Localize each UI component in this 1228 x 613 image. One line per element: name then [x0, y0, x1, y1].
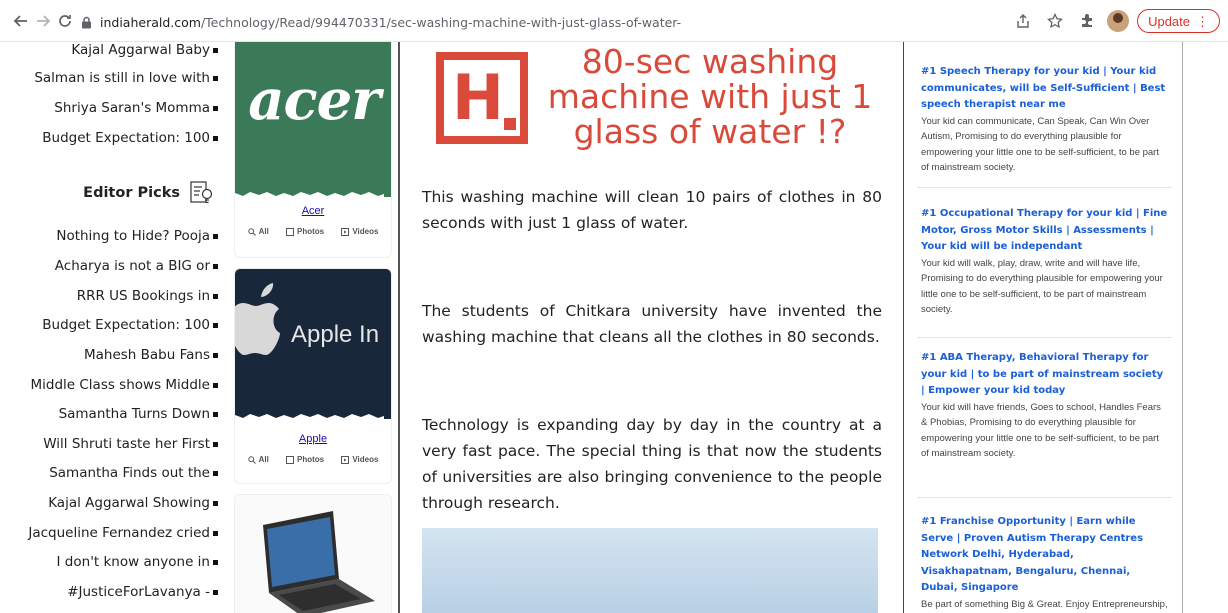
update-label: Update	[1148, 13, 1190, 29]
editor-picks-label: Editor Picks	[83, 185, 180, 201]
column-divider	[398, 42, 400, 613]
videos-link[interactable]: Videos	[341, 227, 378, 236]
ad-body: Your kid will walk, play, draw, write an…	[921, 257, 1163, 316]
ads-border	[1182, 42, 1183, 613]
editor-picks-icon	[190, 181, 213, 204]
torn-edge	[235, 192, 384, 198]
laptop-image[interactable]	[235, 495, 392, 613]
share-icon[interactable]	[1011, 9, 1035, 33]
ad-title-link[interactable]: #1 Occupational Therapy for your kid | F…	[921, 206, 1168, 256]
profile-avatar[interactable]	[1107, 10, 1130, 32]
brand-logo-text: Apple In	[291, 321, 380, 348]
list-item[interactable]: Samantha Turns Down	[59, 406, 218, 422]
list-item[interactable]: #JusticeForLavanya -	[67, 584, 218, 600]
url-path: /Technology/Read/994470331/sec-washing-m…	[200, 14, 682, 30]
page-content: Kajal Aggarwal Baby Salman is still in l…	[0, 42, 1228, 613]
article-paragraph: The students of Chitkara university have…	[422, 302, 882, 346]
article-paragraph: Technology is expanding day by day in th…	[422, 416, 882, 512]
ad-item[interactable]: #1 ABA Therapy, Behavioral Therapy for y…	[917, 350, 1172, 498]
ad-title-link[interactable]: #1 ABA Therapy, Behavioral Therapy for y…	[921, 350, 1168, 400]
list-item[interactable]: Samantha Finds out the	[49, 465, 218, 481]
list-item[interactable]: Budget Expectation: 100	[42, 317, 218, 333]
ad-body: Your kid will have friends, Goes to scho…	[921, 401, 1161, 460]
logo-letter: H	[452, 61, 504, 134]
list-item[interactable]: Salman is still in love with	[34, 70, 218, 86]
ad-body: Be part of something Big & Great. Enjoy …	[921, 598, 1168, 610]
update-button[interactable]: Update ⋮	[1137, 9, 1220, 33]
ad-title-link[interactable]: #1 Franchise Opportunity | Earn while Se…	[921, 514, 1168, 597]
all-link[interactable]: All	[247, 227, 269, 236]
url-host: indiaherald.com	[100, 14, 201, 30]
ad-body: Your kid can communicate, Can Speak, Can…	[921, 115, 1159, 174]
list-item[interactable]: Middle Class shows Middle	[30, 377, 218, 393]
list-item[interactable]: Shriya Saran's Momma	[54, 100, 218, 116]
brand-name-link[interactable]: Acer	[235, 205, 391, 217]
all-link[interactable]: All	[247, 455, 269, 464]
ad-item[interactable]: #1 Franchise Opportunity | Earn while Se…	[917, 514, 1172, 613]
kebab-menu-icon[interactable]: ⋮	[1196, 15, 1209, 28]
brand-links: All Photos Videos	[235, 227, 391, 236]
extensions-icon[interactable]	[1075, 9, 1099, 33]
editor-picks-heading: Editor Picks	[83, 180, 214, 206]
list-item[interactable]: RRR US Bookings in	[77, 288, 218, 304]
brand-image-apple[interactable]: Apple In	[235, 269, 391, 420]
brand-card-acer[interactable]: acer Acer All Photos Videos	[234, 42, 392, 258]
list-item[interactable]: Will Shruti taste her First	[43, 436, 218, 452]
brand-card-laptop[interactable]	[234, 494, 392, 613]
list-item[interactable]: I don't know anyone in	[57, 554, 218, 570]
hero-headline: 80-sec washing machine with just 1 glass…	[547, 42, 873, 151]
bookmark-star-icon[interactable]	[1043, 9, 1067, 33]
address-bar[interactable]: indiaherald.com/Technology/Read/99447033…	[78, 8, 1088, 36]
site-logo: H	[436, 52, 528, 144]
brand-image-acer[interactable]: acer	[235, 42, 391, 198]
column-divider	[903, 42, 904, 613]
apple-logo-icon	[235, 283, 280, 355]
list-item[interactable]: Kajal Aggarwal Showing	[48, 495, 218, 511]
list-item[interactable]: Budget Expectation: 100	[42, 130, 218, 146]
ad-item[interactable]: #1 Speech Therapy for your kid | Your ki…	[917, 64, 1172, 188]
brand-logo-text: acer	[248, 67, 381, 133]
article-hero: H 80-sec washing machine with just 1 gla…	[422, 42, 880, 178]
article-image	[422, 528, 878, 613]
ad-title-link[interactable]: #1 Speech Therapy for your kid | Your ki…	[921, 64, 1168, 114]
list-item[interactable]: Kajal Aggarwal Baby	[71, 42, 218, 58]
videos-link[interactable]: Videos	[341, 455, 378, 464]
brand-links: All Photos Videos	[235, 455, 391, 464]
list-item[interactable]: Jacqueline Fernandez cried	[28, 525, 218, 541]
list-item[interactable]: Mahesh Babu Fans	[84, 347, 218, 363]
brand-name-link[interactable]: Apple	[235, 433, 391, 445]
list-item[interactable]: Nothing to Hide? Pooja	[56, 228, 218, 244]
ad-item[interactable]: #1 Occupational Therapy for your kid | F…	[917, 206, 1172, 338]
photos-link[interactable]: Photos	[286, 227, 324, 236]
lock-icon[interactable]	[78, 14, 94, 30]
brand-card-apple[interactable]: Apple In Apple All Photos Videos	[234, 268, 392, 484]
list-item[interactable]: Acharya is not a BIG or	[55, 258, 218, 274]
reload-icon[interactable]	[52, 8, 78, 34]
article-paragraph: This washing machine will clean 10 pairs…	[422, 188, 882, 232]
torn-edge	[235, 414, 384, 420]
browser-toolbar: indiaherald.com/Technology/Read/99447033…	[0, 0, 1228, 42]
photos-link[interactable]: Photos	[286, 455, 324, 464]
